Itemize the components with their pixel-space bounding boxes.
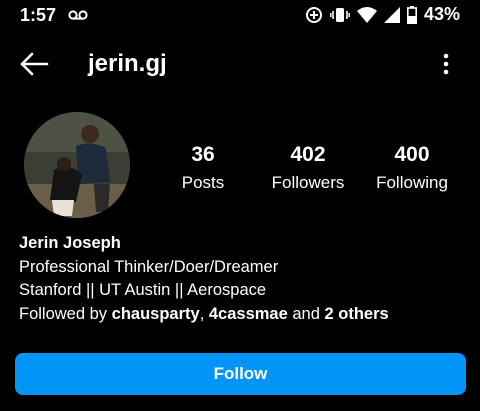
- follower-username[interactable]: 4cassmae: [209, 305, 288, 323]
- separator-text: ,: [199, 304, 209, 323]
- followed-by-prefix: Followed by: [19, 304, 112, 323]
- profile-username: jerin.gj: [88, 50, 167, 77]
- display-name: Jerin Joseph: [19, 234, 121, 252]
- profile-header: jerin.gj: [0, 40, 480, 90]
- following-label: Following: [376, 173, 448, 192]
- posts-stat[interactable]: 36 Posts: [166, 143, 240, 195]
- battery-percent: 43%: [423, 4, 460, 24]
- vibrate-icon: [330, 7, 350, 22]
- followed-by-line[interactable]: Followed by chausparty, 4cassmae and 2 o…: [19, 303, 389, 327]
- profile-bio: Jerin Joseph Professional Thinker/Doer/D…: [19, 232, 389, 326]
- back-arrow-icon[interactable]: [18, 48, 50, 80]
- posts-count: 36: [191, 143, 215, 166]
- profile-photo: [24, 112, 130, 218]
- wifi-icon: [356, 6, 377, 23]
- follow-button[interactable]: Follow: [15, 353, 466, 395]
- followers-stat[interactable]: 402 Followers: [264, 143, 352, 195]
- follower-username[interactable]: chausparty: [112, 305, 200, 323]
- signal-icon: [383, 6, 400, 23]
- others-count[interactable]: 2 others: [324, 305, 388, 323]
- status-bar: 1:57 43%: [0, 0, 480, 30]
- battery-icon: [406, 5, 417, 24]
- followers-label: Followers: [271, 173, 345, 192]
- bio-line: Stanford || UT Austin || Aerospace: [19, 281, 267, 299]
- following-count: 400: [394, 143, 430, 166]
- bio-line: Professional Thinker/Doer/Dreamer: [19, 257, 279, 276]
- and-text: and: [287, 304, 325, 323]
- followers-count: 402: [290, 143, 326, 166]
- posts-label: Posts: [181, 173, 225, 192]
- status-icons: 43%: [305, 4, 460, 25]
- avatar[interactable]: [24, 112, 130, 218]
- voicemail-icon: [68, 10, 88, 20]
- status-time: 1:57: [20, 5, 57, 25]
- more-options-icon[interactable]: [440, 52, 452, 80]
- data-saver-icon: [305, 6, 322, 23]
- following-stat[interactable]: 400 Following: [370, 143, 454, 195]
